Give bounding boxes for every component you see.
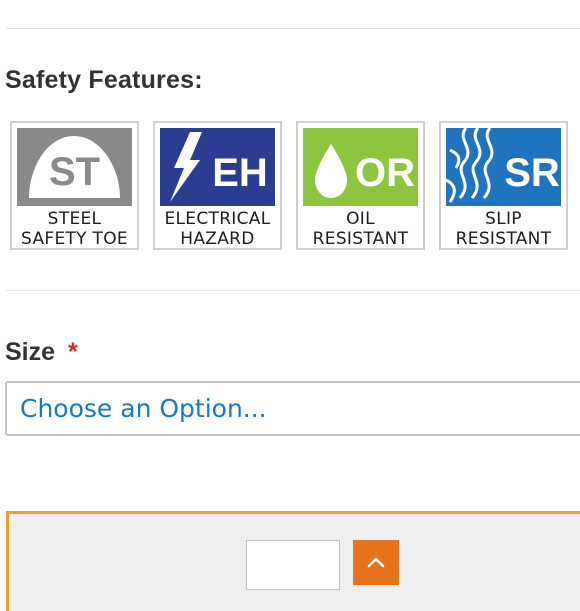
- badge-abbr: EH: [212, 151, 268, 195]
- badge-label-line2: HAZARD: [180, 229, 255, 249]
- quantity-increase-button[interactable]: [353, 540, 399, 585]
- badge-label-line1: OIL: [346, 209, 375, 229]
- badge-label-line2: SAFETY TOE: [21, 229, 128, 249]
- badge-slip-resistant: SR SLIP RESISTANT: [439, 121, 568, 250]
- lightning-bolt-icon: EH: [160, 128, 275, 206]
- quantity-input[interactable]: [246, 540, 340, 590]
- badge-label-line2: RESISTANT: [312, 229, 409, 249]
- divider-top: [6, 28, 580, 29]
- size-label: Size: [5, 338, 56, 366]
- safety-features-title: Safety Features:: [5, 66, 203, 94]
- badge-label: ELECTRICAL HAZARD: [155, 209, 280, 249]
- badge-label: SLIP RESISTANT: [441, 209, 566, 249]
- safety-badges: ST STEEL SAFETY TOE EH ELECTRICAL HAZARD: [10, 121, 570, 253]
- oil-drop-icon: OR: [303, 128, 418, 206]
- badge-abbr: ST: [49, 150, 100, 194]
- size-select[interactable]: Choose an Option...: [5, 381, 580, 436]
- badge-electrical-hazard: EH ELECTRICAL HAZARD: [153, 121, 282, 250]
- badge-label: STEEL SAFETY TOE: [12, 209, 137, 249]
- badge-oil-resistant: OR OIL RESISTANT: [296, 121, 425, 250]
- badge-abbr: SR: [504, 151, 560, 195]
- required-asterisk: *: [68, 338, 78, 366]
- badge-abbr: OR: [355, 151, 415, 195]
- size-select-value: Choose an Option...: [20, 394, 267, 423]
- badge-label-line1: STEEL: [47, 209, 102, 229]
- badge-label-line1: ELECTRICAL: [164, 209, 271, 229]
- badge-steel-safety-toe: ST STEEL SAFETY TOE: [10, 121, 139, 250]
- chevron-up-icon: [367, 557, 385, 568]
- badge-label-line1: SLIP: [485, 209, 522, 229]
- slip-waves-icon: SR: [446, 128, 561, 206]
- steel-toe-icon: ST: [17, 128, 132, 206]
- badge-label: OIL RESISTANT: [298, 209, 423, 249]
- badge-label-line2: RESISTANT: [455, 229, 552, 249]
- divider-middle: [6, 290, 580, 291]
